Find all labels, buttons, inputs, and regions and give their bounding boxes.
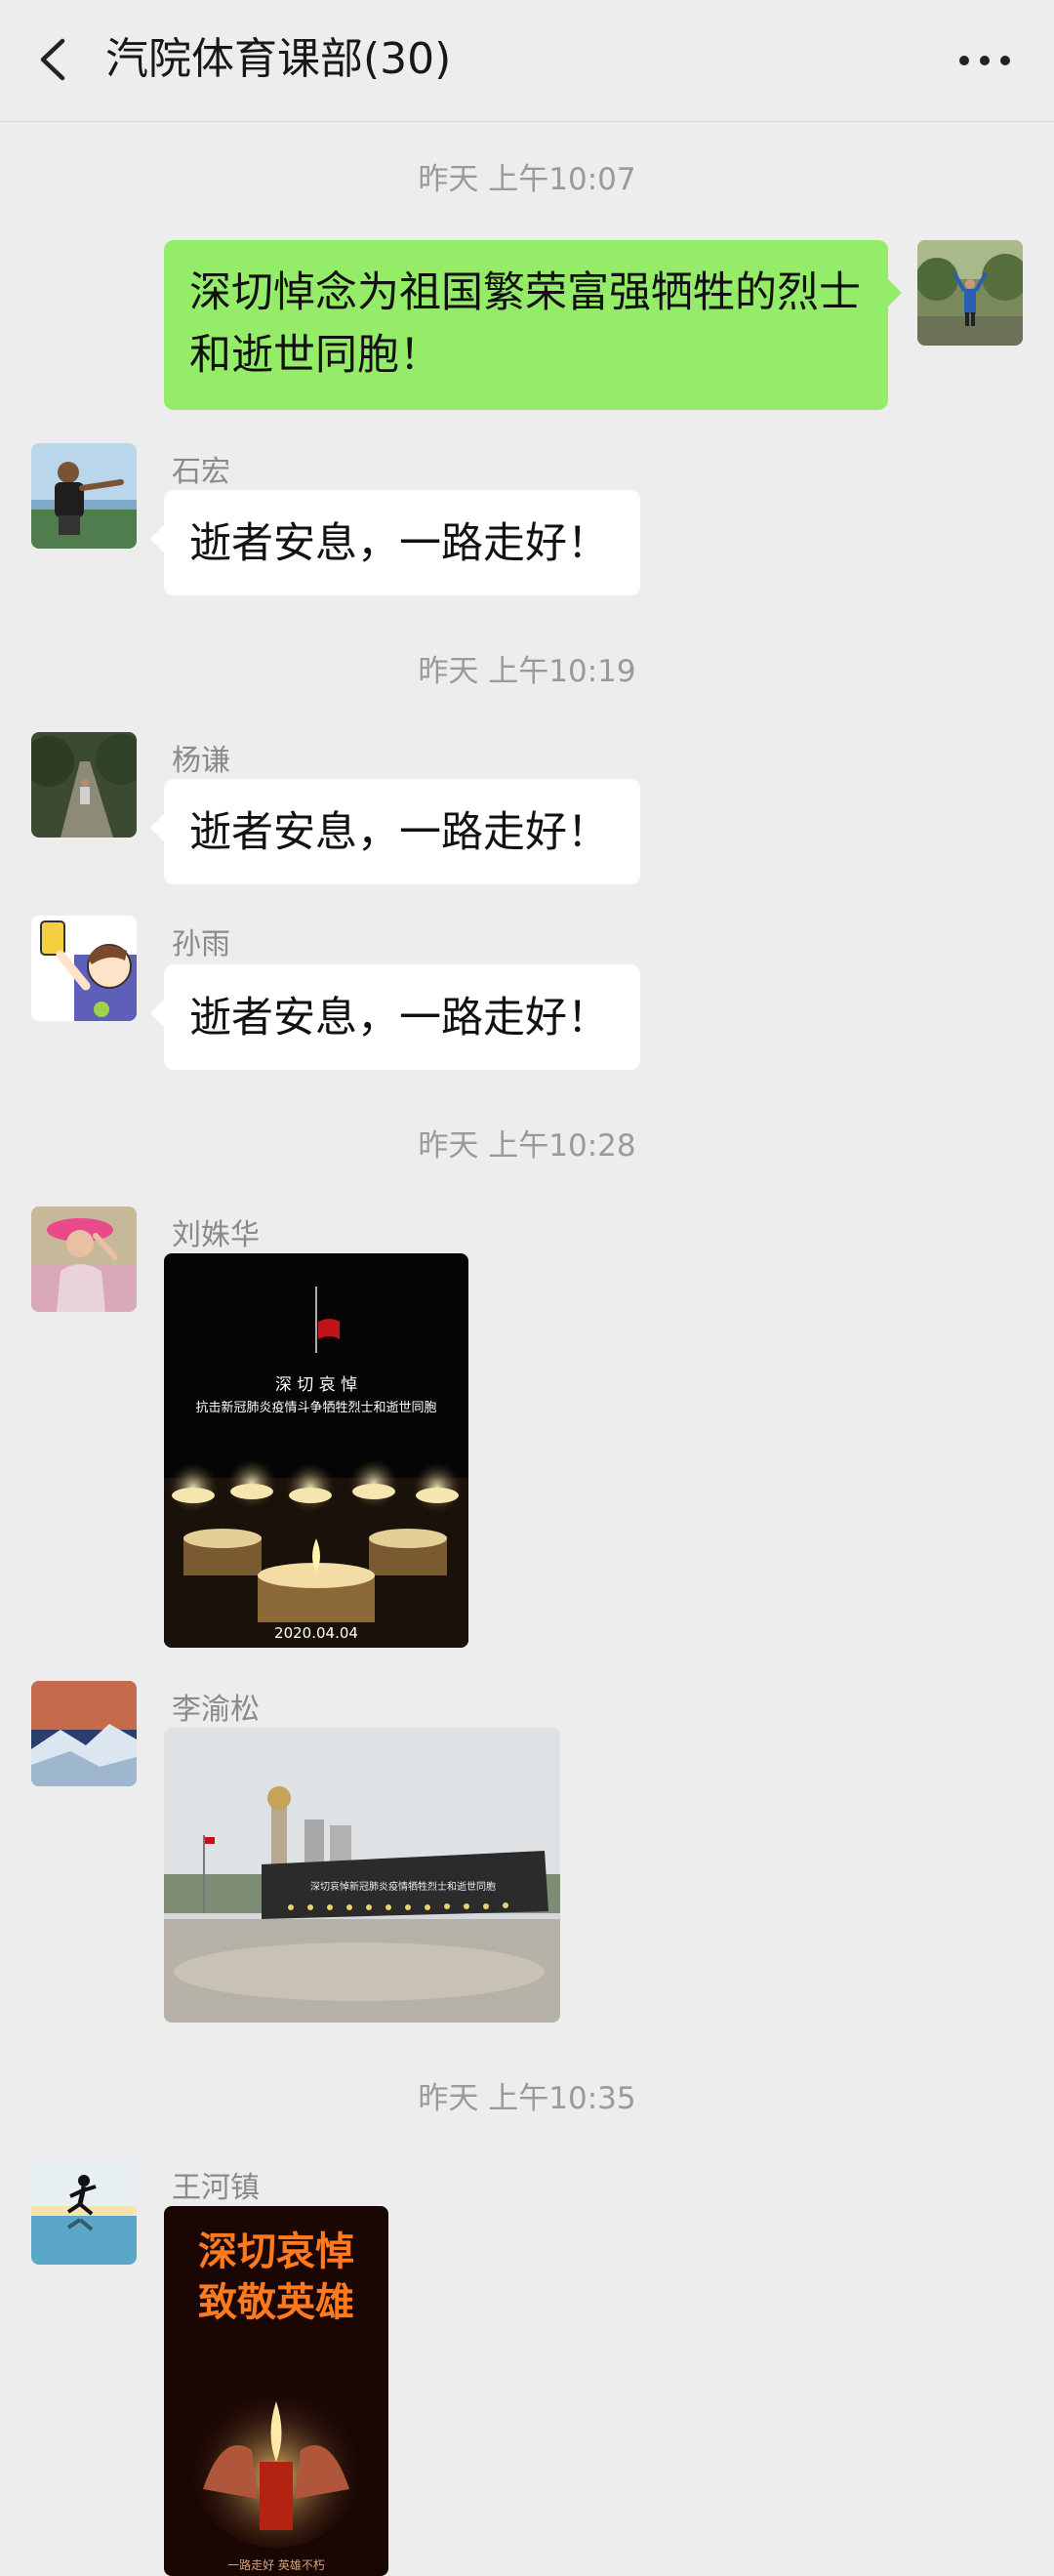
image-message-tribute[interactable]: 深切哀悼 致敬英雄 一路走好 英雄不朽	[164, 2206, 388, 2576]
back-arrow-icon	[40, 38, 65, 81]
image-caption: 抗击新冠肺炎疫情斗争牺牲烈士和逝世同胞	[195, 1400, 436, 1415]
image-line2: 致敬英雄	[198, 2280, 354, 2325]
image-message-candles[interactable]: 深 切 哀 悼 抗击新冠肺炎疫情斗争牺牲烈士和逝世同胞 2020.04.04	[164, 1253, 468, 1648]
sender-name: 刘姝华	[172, 1218, 260, 1252]
avatar-liushuhua[interactable]	[31, 1206, 137, 1312]
timestamp: 昨天 上午10:19	[418, 654, 636, 689]
image-heading: 深 切 哀 悼	[275, 1375, 357, 1395]
back-button[interactable]	[29, 27, 78, 92]
image-date: 2020.04.04	[274, 1624, 358, 1642]
message-bubble[interactable]: 逝者安息，一路走好！	[150, 779, 640, 884]
sender-name: 孙雨	[172, 927, 230, 961]
timestamp: 昨天 上午10:28	[418, 1128, 636, 1164]
message-bubble[interactable]: 逝者安息，一路走好！	[150, 490, 640, 595]
timestamp: 昨天 上午10:07	[418, 162, 636, 197]
avatar-sunyu[interactable]	[31, 916, 137, 1021]
avatar-yangqian[interactable]	[31, 732, 137, 838]
own-message-bubble[interactable]: 深切悼念为祖国繁荣富强牺牲的烈士和逝世同胞！	[164, 240, 902, 410]
avatar-liyusong[interactable]	[31, 1681, 137, 1786]
own-avatar[interactable]	[917, 240, 1023, 346]
chat-header: 汽院体育课部(30)	[0, 0, 1054, 122]
avatar-shihong[interactable]	[31, 443, 137, 549]
sender-name: 杨谦	[172, 744, 230, 778]
more-dots-icon	[959, 56, 1010, 65]
avatar-wanghezhen[interactable]	[31, 2159, 137, 2265]
message-bubble[interactable]: 逝者安息，一路走好！	[150, 964, 640, 1070]
image-message-memorial[interactable]: 深切哀悼新冠肺炎疫情牺牲烈士和逝世同胞	[164, 1728, 560, 2023]
sender-name: 李渝松	[172, 1693, 260, 1727]
image-footer: 一路走好 英雄不朽	[227, 2557, 325, 2572]
more-options-button[interactable]	[951, 29, 1019, 88]
image-banner: 深切哀悼新冠肺炎疫情牺牲烈士和逝世同胞	[310, 1880, 496, 1893]
sender-name: 王河镇	[172, 2171, 260, 2205]
timestamp: 昨天 上午10:35	[418, 2081, 636, 2116]
image-line1: 深切哀悼	[198, 2229, 354, 2274]
sender-name: 石宏	[172, 455, 230, 489]
chat-title: 汽院体育课部(30)	[105, 34, 452, 84]
